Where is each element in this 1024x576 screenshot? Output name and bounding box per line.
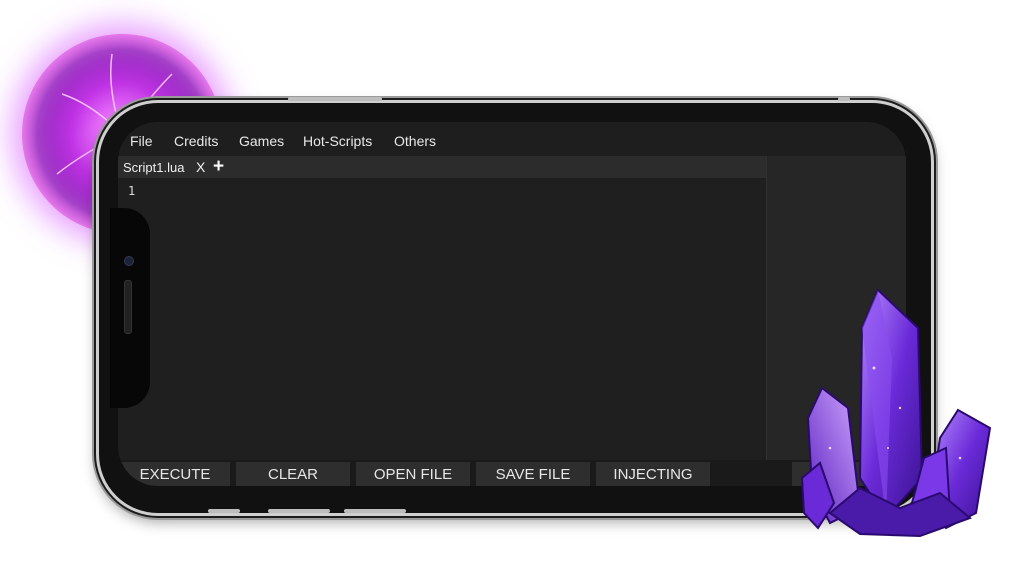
camera-icon [124,256,134,266]
clear-button[interactable]: CLEAR [236,462,350,486]
open-file-button[interactable]: OPEN FILE [356,462,470,486]
side-button [838,97,850,101]
purple-crystal-decoration [800,288,992,538]
volume-down-button [344,509,406,513]
mute-switch [208,509,240,513]
injecting-button[interactable]: INJECTING [596,462,710,486]
script-editor[interactable]: Script1.lua X + 1 [118,156,766,460]
line-number: 1 [128,184,136,198]
tab-script1[interactable]: Script1.lua [123,160,184,175]
add-tab-icon[interactable]: + [213,156,224,178]
menu-bar: File Credits Games Hot-Scripts Others [118,122,906,156]
phone-notch [110,208,150,408]
speaker-icon [124,280,132,334]
close-tab-icon[interactable]: X [196,159,205,175]
executor-window: File Credits Games Hot-Scripts Others Sc… [118,122,906,486]
menu-hot-scripts[interactable]: Hot-Scripts [303,133,372,149]
action-toolbar: EXECUTE CLEAR OPEN FILE SAVE FILE INJECT… [118,460,906,486]
volume-button [288,97,382,101]
execute-button[interactable]: EXECUTE [120,462,230,486]
menu-others[interactable]: Others [394,133,436,149]
menu-file[interactable]: File [130,133,153,149]
menu-games[interactable]: Games [239,133,284,149]
tab-bar: Script1.lua X + [118,156,766,178]
save-file-button[interactable]: SAVE FILE [476,462,590,486]
volume-up-button [268,509,330,513]
menu-credits[interactable]: Credits [174,133,218,149]
